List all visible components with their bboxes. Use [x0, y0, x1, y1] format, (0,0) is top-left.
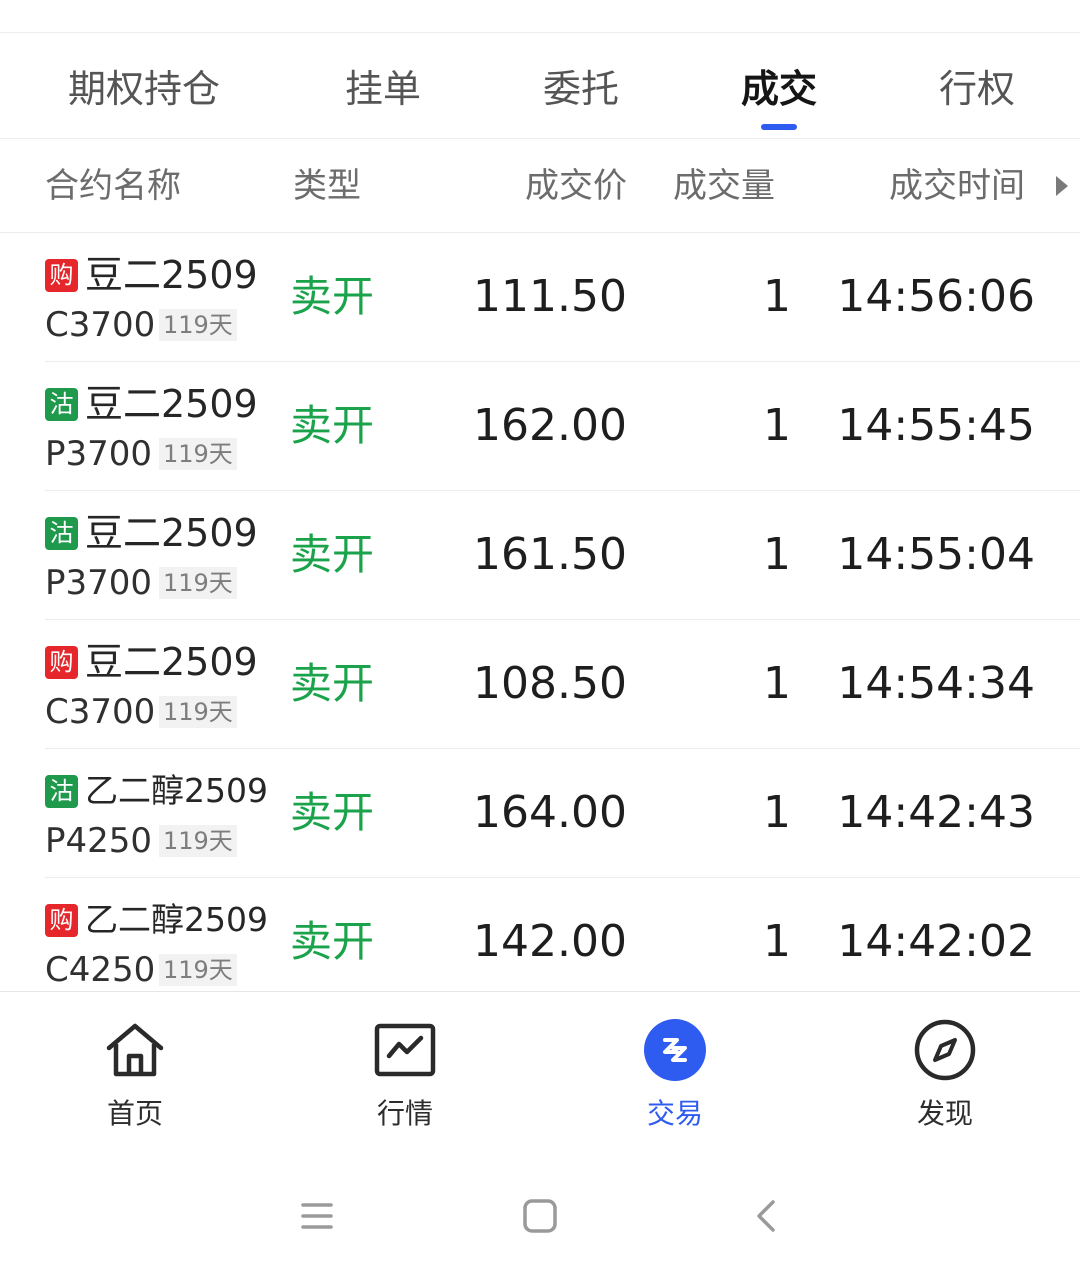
home-icon: [106, 1023, 164, 1077]
tab-trades[interactable]: 成交: [741, 33, 817, 138]
trade-price: 111.50: [473, 271, 627, 322]
trade-time: 14:55:45: [837, 400, 1035, 451]
trade-time: 14:55:04: [837, 529, 1035, 580]
trade-qty: 1: [763, 658, 791, 709]
trade-time: 14:42:02: [837, 916, 1035, 967]
trade-price: 142.00: [473, 916, 627, 967]
home-square-icon[interactable]: [516, 1192, 564, 1240]
trade-qty: 1: [763, 529, 791, 580]
scroll-right-icon[interactable]: [1056, 176, 1068, 196]
contract-name: 豆二2509: [85, 511, 258, 555]
contract-name: 豆二2509: [85, 382, 258, 426]
table-row[interactable]: 购 豆二2509 C3700 119天 卖开 111.50 1 14:56:06: [45, 233, 1080, 362]
put-badge: 沽: [45, 388, 78, 421]
trade-time: 14:42:43: [837, 787, 1035, 838]
table-row[interactable]: 购 豆二2509 C3700 119天 卖开 108.50 1 14:54:34: [45, 620, 1080, 749]
days-to-expiry: 119天: [159, 696, 237, 728]
compass-icon: [914, 1019, 976, 1081]
days-to-expiry: 119天: [159, 438, 237, 470]
back-icon[interactable]: [743, 1192, 791, 1240]
table-row[interactable]: 购 乙二醇2509 C4250 119天 卖开 142.00 1 14:42:0…: [45, 878, 1080, 1006]
trade-time: 14:54:34: [837, 658, 1035, 709]
tab-positions[interactable]: 期权持仓: [68, 33, 220, 138]
tab-pending[interactable]: 挂单: [345, 33, 421, 138]
table-row[interactable]: 沽 豆二2509 P3700 119天 卖开 161.50 1 14:55:04: [45, 491, 1080, 620]
contract-name: 乙二醇2509: [85, 900, 268, 939]
table-row[interactable]: 沽 豆二2509 P3700 119天 卖开 162.00 1 14:55:45: [45, 362, 1080, 491]
active-tab-indicator: [761, 124, 797, 130]
nav-discover-label: 发现: [916, 1097, 973, 1130]
put-badge: 沽: [45, 517, 78, 550]
nav-trade-label: 交易: [646, 1097, 703, 1130]
contract-code: P4250: [45, 821, 153, 861]
contract-code: P3700: [45, 434, 153, 474]
status-area: [0, 0, 1080, 33]
column-header-name: 合约名称: [45, 166, 181, 206]
tab-orders[interactable]: 委托: [543, 33, 619, 138]
system-nav-bar: [0, 1152, 1080, 1281]
nav-discover[interactable]: 发现: [875, 992, 1015, 1152]
table-row[interactable]: 沽 乙二醇2509 P4250 119天 卖开 164.00 1 14:42:4…: [45, 749, 1080, 878]
put-badge: 沽: [45, 775, 78, 808]
days-to-expiry: 119天: [159, 309, 237, 341]
days-to-expiry: 119天: [159, 825, 237, 857]
contract-name: 豆二2509: [85, 640, 258, 684]
trade-icon: [644, 1019, 706, 1081]
chart-icon: [374, 1023, 436, 1077]
column-header-qty: 成交量: [673, 166, 775, 206]
table-header: 合约名称 类型 成交价 成交量 成交时间: [0, 140, 1080, 233]
menu-icon[interactable]: [293, 1192, 341, 1240]
trade-type: 卖开: [290, 530, 375, 579]
trade-type: 卖开: [290, 659, 375, 708]
nav-market[interactable]: 行情: [335, 992, 475, 1152]
nav-market-label: 行情: [376, 1097, 433, 1130]
trade-type: 卖开: [290, 917, 375, 966]
contract-name: 乙二醇2509: [85, 771, 268, 810]
contract-code: C3700: [45, 305, 156, 345]
trade-price: 162.00: [473, 400, 627, 451]
trade-price: 108.50: [473, 658, 627, 709]
nav-home[interactable]: 首页: [65, 992, 205, 1152]
trade-time: 14:56:06: [837, 271, 1035, 322]
trade-qty: 1: [763, 400, 791, 451]
contract-code: C4250: [45, 950, 156, 990]
days-to-expiry: 119天: [159, 567, 237, 599]
nav-home-label: 首页: [106, 1097, 163, 1130]
trade-qty: 1: [763, 916, 791, 967]
trade-type: 卖开: [290, 788, 375, 837]
bottom-nav: 首页 行情 交易 发现: [0, 991, 1080, 1153]
days-to-expiry: 119天: [159, 954, 237, 986]
call-badge: 购: [45, 259, 78, 292]
tab-exercise[interactable]: 行权: [939, 33, 1015, 138]
call-badge: 购: [45, 904, 78, 937]
column-header-type: 类型: [293, 166, 361, 206]
order-tabs: 期权持仓 挂单 委托 成交 行权: [0, 33, 1080, 139]
contract-name: 豆二2509: [85, 253, 258, 297]
nav-trade[interactable]: 交易: [605, 992, 745, 1152]
contract-code: C3700: [45, 692, 156, 732]
trade-qty: 1: [763, 787, 791, 838]
column-header-time: 成交时间: [889, 166, 1025, 206]
column-header-price: 成交价: [525, 166, 627, 206]
trade-type: 卖开: [290, 401, 375, 450]
trade-qty: 1: [763, 271, 791, 322]
trade-price: 161.50: [473, 529, 627, 580]
trade-price: 164.00: [473, 787, 627, 838]
call-badge: 购: [45, 646, 78, 679]
contract-code: P3700: [45, 563, 153, 603]
trade-type: 卖开: [290, 272, 375, 321]
